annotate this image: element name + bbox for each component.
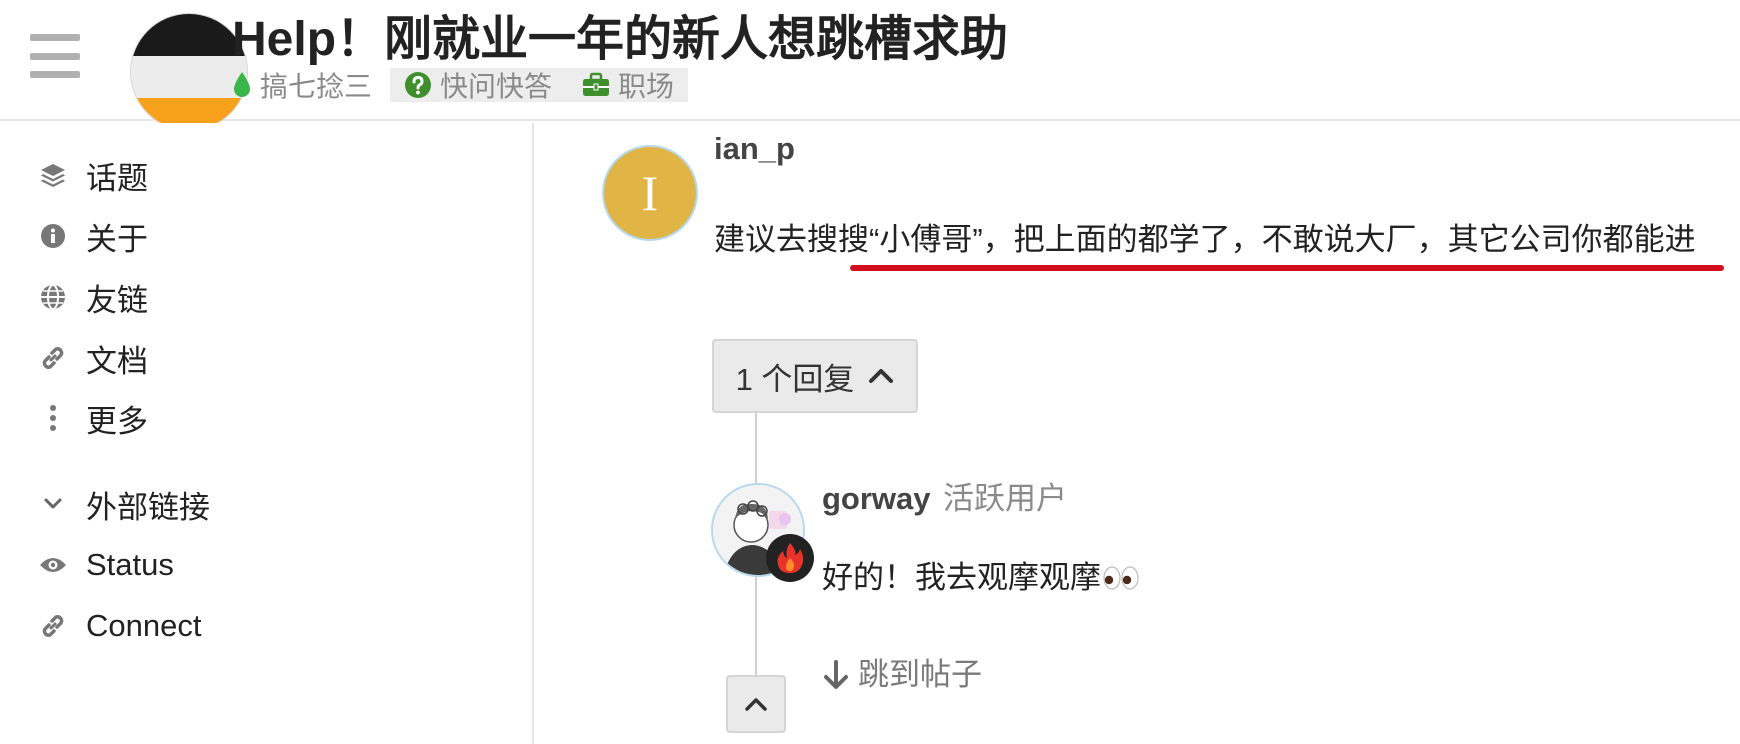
fire-badge-icon[interactable] (766, 534, 814, 582)
topic-categories: 搞七捻三 快问快答 职场 (232, 68, 689, 102)
link-icon (38, 611, 68, 641)
question-circle-icon (405, 72, 432, 98)
sidebar-item-more[interactable]: 更多 (38, 396, 148, 440)
sidebar: 话题 关于 友链 文档 更多 外部链接 Status Connect (0, 123, 534, 744)
globe-icon (38, 282, 68, 312)
sidebar-section-label: 外部链接 (86, 489, 210, 525)
briefcase-icon (583, 72, 610, 96)
sidebar-item-connect[interactable]: Connect (38, 604, 201, 648)
eye-icon (38, 550, 68, 580)
eyes-emoji (1103, 563, 1139, 593)
jump-to-post-link[interactable]: 跳到帖子 (822, 651, 982, 699)
tag-label: 快问快答 (440, 71, 553, 102)
tag-list: 快问快答 职场 (390, 68, 689, 102)
chevron-down-icon (38, 489, 68, 519)
sidebar-item-label: 文档 (86, 343, 148, 379)
chevron-up-icon (869, 369, 894, 383)
sidebar-item-status[interactable]: Status (38, 543, 174, 587)
topic-title[interactable]: Help！刚就业一年的新人想跳槽求助 (232, 8, 1008, 72)
chevron-up-icon (745, 698, 767, 711)
category-link[interactable]: 搞七捻三 (232, 68, 390, 102)
topic-header: Help！刚就业一年的新人想跳槽求助 搞七捻三 快问快答 职场 (0, 0, 1740, 131)
tag-link-career[interactable]: 职场 (582, 68, 674, 102)
sidebar-item-label: Status (86, 547, 174, 582)
link-icon (38, 343, 68, 373)
more-vertical-icon (38, 403, 68, 433)
sidebar-item-label: Connect (86, 608, 202, 643)
droplet-icon (234, 72, 250, 97)
user-title: 活跃用户 (942, 481, 1067, 516)
sidebar-item-friend-links[interactable]: 友链 (38, 275, 148, 319)
sidebar-item-about[interactable]: 关于 (38, 214, 148, 258)
sidebar-section-external-links[interactable]: 外部链接 (38, 482, 210, 526)
sidebar-item-docs[interactable]: 文档 (38, 336, 148, 380)
sidebar-item-label: 友链 (86, 282, 148, 318)
post-stream: I ian_p 建议去搜搜“小傅哥”，把上面的都学了，不敢说大厂，其它公司你都能… (536, 123, 1740, 744)
avatar-letter: I (641, 165, 659, 221)
site-logo[interactable] (130, 13, 248, 131)
tag-link-qa[interactable]: 快问快答 (404, 68, 552, 102)
sidebar-item-label: 关于 (86, 221, 148, 257)
post-body: 建议去搜搜“小傅哥”，把上面的都学了，不敢说大厂，其它公司你都能进 (714, 222, 1696, 257)
jump-label: 跳到帖子 (858, 657, 982, 692)
hamburger-icon[interactable] (30, 34, 80, 78)
arrow-down-icon (824, 660, 848, 689)
category-label: 搞七捻三 (260, 71, 373, 102)
tag-label: 职场 (618, 71, 675, 102)
replies-label: 1 个回复 (735, 361, 855, 397)
sidebar-item-label: 更多 (86, 403, 148, 439)
avatar[interactable]: I (602, 145, 698, 241)
collapse-replies-button[interactable] (726, 675, 786, 733)
sidebar-item-label: 话题 (86, 160, 148, 196)
sidebar-item-topics[interactable]: 话题 (38, 153, 148, 197)
reply-username[interactable]: gorway (822, 481, 931, 516)
info-icon (38, 221, 68, 251)
layers-icon (38, 160, 68, 190)
reply-body: 好的！我去观摩观摩 (822, 553, 1139, 603)
post-username[interactable]: ian_p (714, 127, 795, 171)
reply-text: 好的！我去观摩观摩 (822, 560, 1101, 595)
annotation-underline (850, 265, 1724, 271)
reply-user-info: gorway 活跃用户 (822, 477, 1067, 527)
show-replies-button[interactable]: 1 个回复 (712, 339, 918, 413)
